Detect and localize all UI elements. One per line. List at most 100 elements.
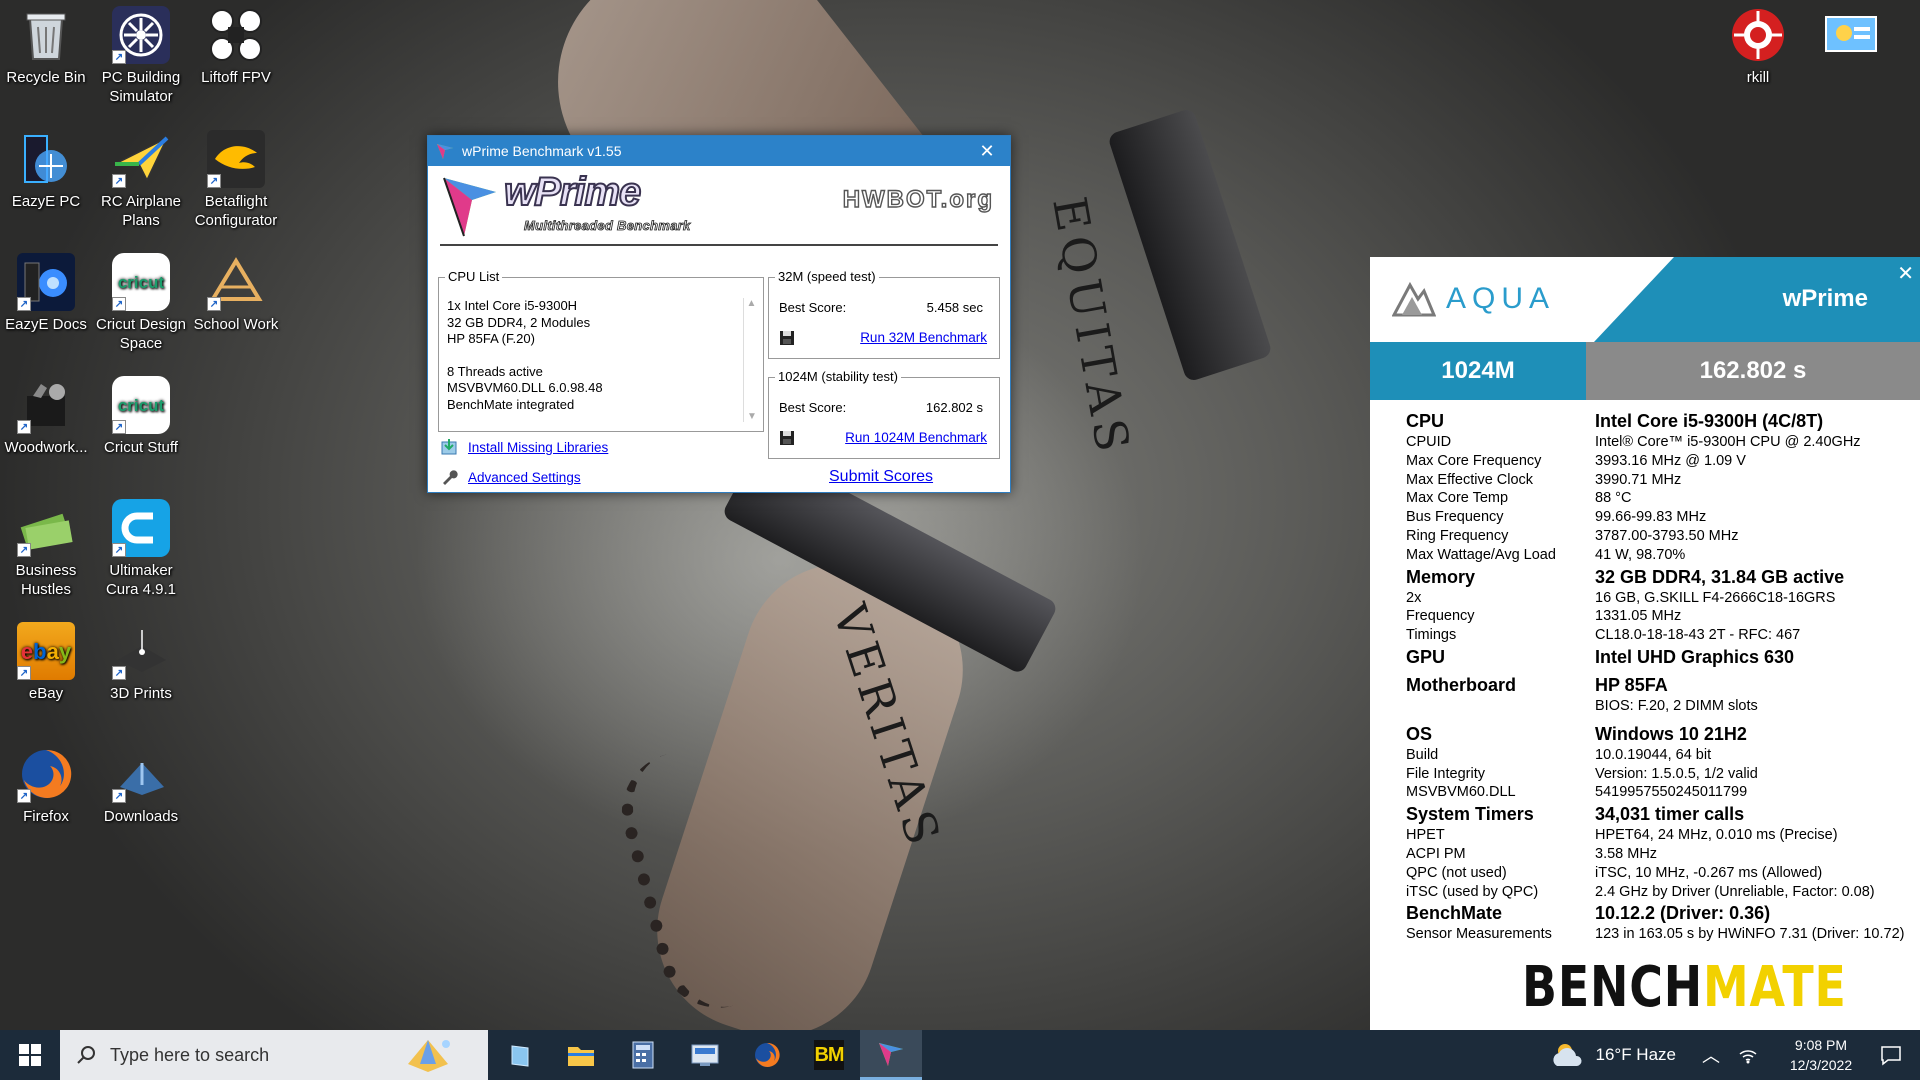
cpu-list-scrollbar[interactable]: ▲ ▼: [743, 298, 759, 422]
aqua-brand-text: AQUA: [1446, 282, 1556, 315]
score-bar: 1024M 162.802 s: [1370, 342, 1920, 400]
benchmate-result-panel: AQUA wPrime ✕ 1024M 162.802 s CPU Intel C…: [1370, 257, 1920, 1030]
cpu-list-group: CPU List 1x Intel Core i5-9300H 32 GB DD…: [438, 269, 764, 432]
wprime-logo-banner: wPrime Multithreaded Benchmark HWBOT.org: [440, 166, 998, 246]
benchmate-logo-bench: BENCH: [1522, 955, 1704, 1020]
window-titlebar[interactable]: wPrime Benchmark v1.55 ✕: [428, 136, 1010, 166]
desktop-icon-ultimaker-cura[interactable]: ↗ Ultimaker Cura 4.9.1: [95, 493, 187, 599]
wprime-window[interactable]: wPrime Benchmark v1.55 ✕ wPrime Multithr…: [427, 135, 1011, 493]
scroll-down-icon[interactable]: ▼: [744, 411, 760, 422]
search-icon: [77, 1046, 95, 1064]
start-button[interactable]: [0, 1030, 60, 1080]
desktop-icon-firefox[interactable]: ↗ Firefox: [0, 739, 92, 826]
cpu-list-legend: CPU List: [445, 269, 503, 284]
weather-icon[interactable]: [1551, 1040, 1585, 1070]
wallpaper-tattoo-top: EQUITAS: [1042, 192, 1142, 462]
spec-row: Frequency 1331.05 MHz: [1406, 607, 1910, 626]
spec-section-gpu: GPU Intel UHD Graphics 630: [1406, 645, 1910, 669]
advanced-settings-link[interactable]: Advanced Settings: [468, 470, 581, 485]
desktop-icon-rc-airplane-plans[interactable]: ↗ RC Airplane Plans: [95, 124, 187, 230]
taskbar-benchmate[interactable]: BM: [798, 1030, 860, 1080]
desktop-icon-3d-prints[interactable]: ↗ 3D Prints: [95, 616, 187, 703]
shortcut-arrow-icon: ↗: [112, 297, 126, 311]
submit-scores-link[interactable]: Submit Scores: [829, 468, 933, 486]
pc-building-simulator-icon: ↗: [112, 6, 170, 64]
search-highlight-icon: [408, 1040, 450, 1072]
taskbar-calculator[interactable]: [612, 1030, 674, 1080]
cricut-stuff-icon: cricut ↗: [112, 376, 170, 434]
desktop-icon-label: Betaflight Configurator: [194, 193, 278, 229]
desktop-icon-recycle-bin[interactable]: Recycle Bin: [0, 0, 92, 87]
close-icon[interactable]: ✕: [1897, 261, 1914, 286]
desktop-icon-cricut-stuff[interactable]: cricut ↗ Cricut Stuff: [95, 370, 187, 457]
run-32m-benchmark-link[interactable]: Run 32M Benchmark: [860, 330, 987, 345]
close-icon[interactable]: ✕: [964, 141, 1010, 162]
desktop-icon-ebay[interactable]: ebay ↗ eBay: [0, 616, 92, 703]
spec-key: Frequency: [1406, 608, 1475, 625]
taskbar-wprime[interactable]: [860, 1030, 922, 1080]
spec-section-value: 34,031 timer calls: [1595, 804, 1745, 825]
desktop-icon-betaflight[interactable]: ↗ Betaflight Configurator: [190, 124, 282, 230]
taskbar-firefox[interactable]: [736, 1030, 798, 1080]
best-score-label: Best Score:: [779, 400, 847, 415]
hwbot-link[interactable]: HWBOT.org: [842, 185, 994, 214]
taskbar-search-box[interactable]: Type here to search: [60, 1030, 488, 1080]
wifi-icon[interactable]: [1738, 1046, 1758, 1064]
desktop-icon-liftoff-fpv[interactable]: Liftoff FPV: [190, 0, 282, 87]
wprime-logo-text: wPrime: [503, 169, 642, 215]
desktop-icon-label: Ultimaker Cura 4.9.1: [105, 562, 177, 598]
taskbar: Type here to search BM 16°F Haze ︿ 9:08 …: [0, 1030, 1920, 1080]
spec-row: iTSC (used by QPC) 2.4 GHz by Driver (Unr…: [1406, 883, 1910, 902]
spec-section-cpu: CPU Intel Core i5-9300H (4C/8T): [1406, 409, 1910, 433]
chevron-up-icon[interactable]: ︿: [1702, 1042, 1720, 1068]
file-explorer-icon: [568, 1047, 594, 1066]
save-icon[interactable]: [779, 430, 795, 446]
desktop-icon-woodwork[interactable]: ↗ Woodwork...: [0, 370, 92, 457]
desktop-icon-rkill[interactable]: rkill: [1712, 0, 1804, 87]
spec-row: ACPI PM 3.58 MHz: [1406, 845, 1910, 864]
spec-key: Max Effective Clock: [1406, 471, 1534, 488]
spec-key: Max Core Temp: [1406, 490, 1509, 507]
taskbar-tablet-mode[interactable]: [488, 1030, 550, 1080]
desktop-icon-pc-building-simulator[interactable]: ↗ PC Building Simulator: [95, 0, 187, 106]
spec-key: iTSC (used by QPC): [1406, 883, 1539, 900]
taskbar-file-explorer[interactable]: [550, 1030, 612, 1080]
run-1024m-benchmark-link[interactable]: Run 1024M Benchmark: [845, 430, 987, 445]
install-missing-libraries-link[interactable]: Install Missing Libraries: [468, 440, 608, 455]
benchmate-icon: BM: [814, 1040, 845, 1070]
spec-value: Version: 1.5.0.5, 1/2 valid: [1595, 765, 1758, 782]
spec-value: BIOS: F.20, 2 DIMM slots: [1595, 697, 1758, 714]
cpu-list-text[interactable]: 1x Intel Core i5-9300H 32 GB DDR4, 2 Mod…: [447, 298, 737, 413]
spec-row: Timings CL18.0-18-18-43 2T - RFC: 467: [1406, 626, 1910, 645]
taskbar-control-panel[interactable]: [674, 1030, 736, 1080]
desktop-icon-cricut-design-space[interactable]: cricut ↗ Cricut Design Space: [95, 247, 187, 353]
shortcut-arrow-icon: ↗: [112, 666, 126, 680]
desktop-icon-school-work[interactable]: ↗ School Work: [190, 247, 282, 334]
spec-section-motherboard: Motherboard HP 85FA: [1406, 673, 1910, 697]
advanced-settings-row[interactable]: Advanced Settings: [440, 468, 581, 486]
taskbar-clock[interactable]: 9:08 PM 12/3/2022: [1776, 1035, 1866, 1075]
benchmark-title: wPrime: [1782, 285, 1868, 312]
shortcut-arrow-icon: ↗: [207, 297, 221, 311]
ebay-icon: ebay ↗: [17, 622, 75, 680]
scroll-up-icon[interactable]: ▲: [744, 298, 759, 309]
desktop-icon-label: Business Hustles: [15, 562, 77, 598]
desktop-icon-business-hustles[interactable]: ↗ Business Hustles: [0, 493, 92, 599]
wprime-logo-icon: [443, 177, 496, 237]
spec-key: Sensor Measurements: [1406, 926, 1552, 943]
desktop-icon-eazye-pc[interactable]: EazyE PC: [0, 124, 92, 211]
desktop-icon-label: Recycle Bin: [6, 69, 86, 86]
desktop-icon-label: Downloads: [103, 808, 179, 825]
weather-text[interactable]: 16°F Haze: [1595, 1045, 1676, 1065]
desktop-icon-screen-app[interactable]: [1805, 0, 1897, 68]
clock-date: 12/3/2022: [1789, 1057, 1853, 1073]
save-icon[interactable]: [779, 330, 795, 346]
rkill-icon: [1729, 6, 1787, 64]
install-libraries-row[interactable]: Install Missing Libraries: [440, 438, 608, 456]
notification-icon[interactable]: [1880, 1044, 1902, 1066]
desktop-icon-downloads[interactable]: ↗ Downloads: [95, 739, 187, 826]
test-32m-group: 32M (speed test) Best Score: 5.458 sec R…: [768, 269, 1000, 359]
school-work-icon: ↗: [207, 253, 265, 311]
spec-section-value: Intel UHD Graphics 630: [1595, 646, 1795, 667]
desktop-icon-eazye-docs[interactable]: ↗ EazyE Docs: [0, 247, 92, 334]
